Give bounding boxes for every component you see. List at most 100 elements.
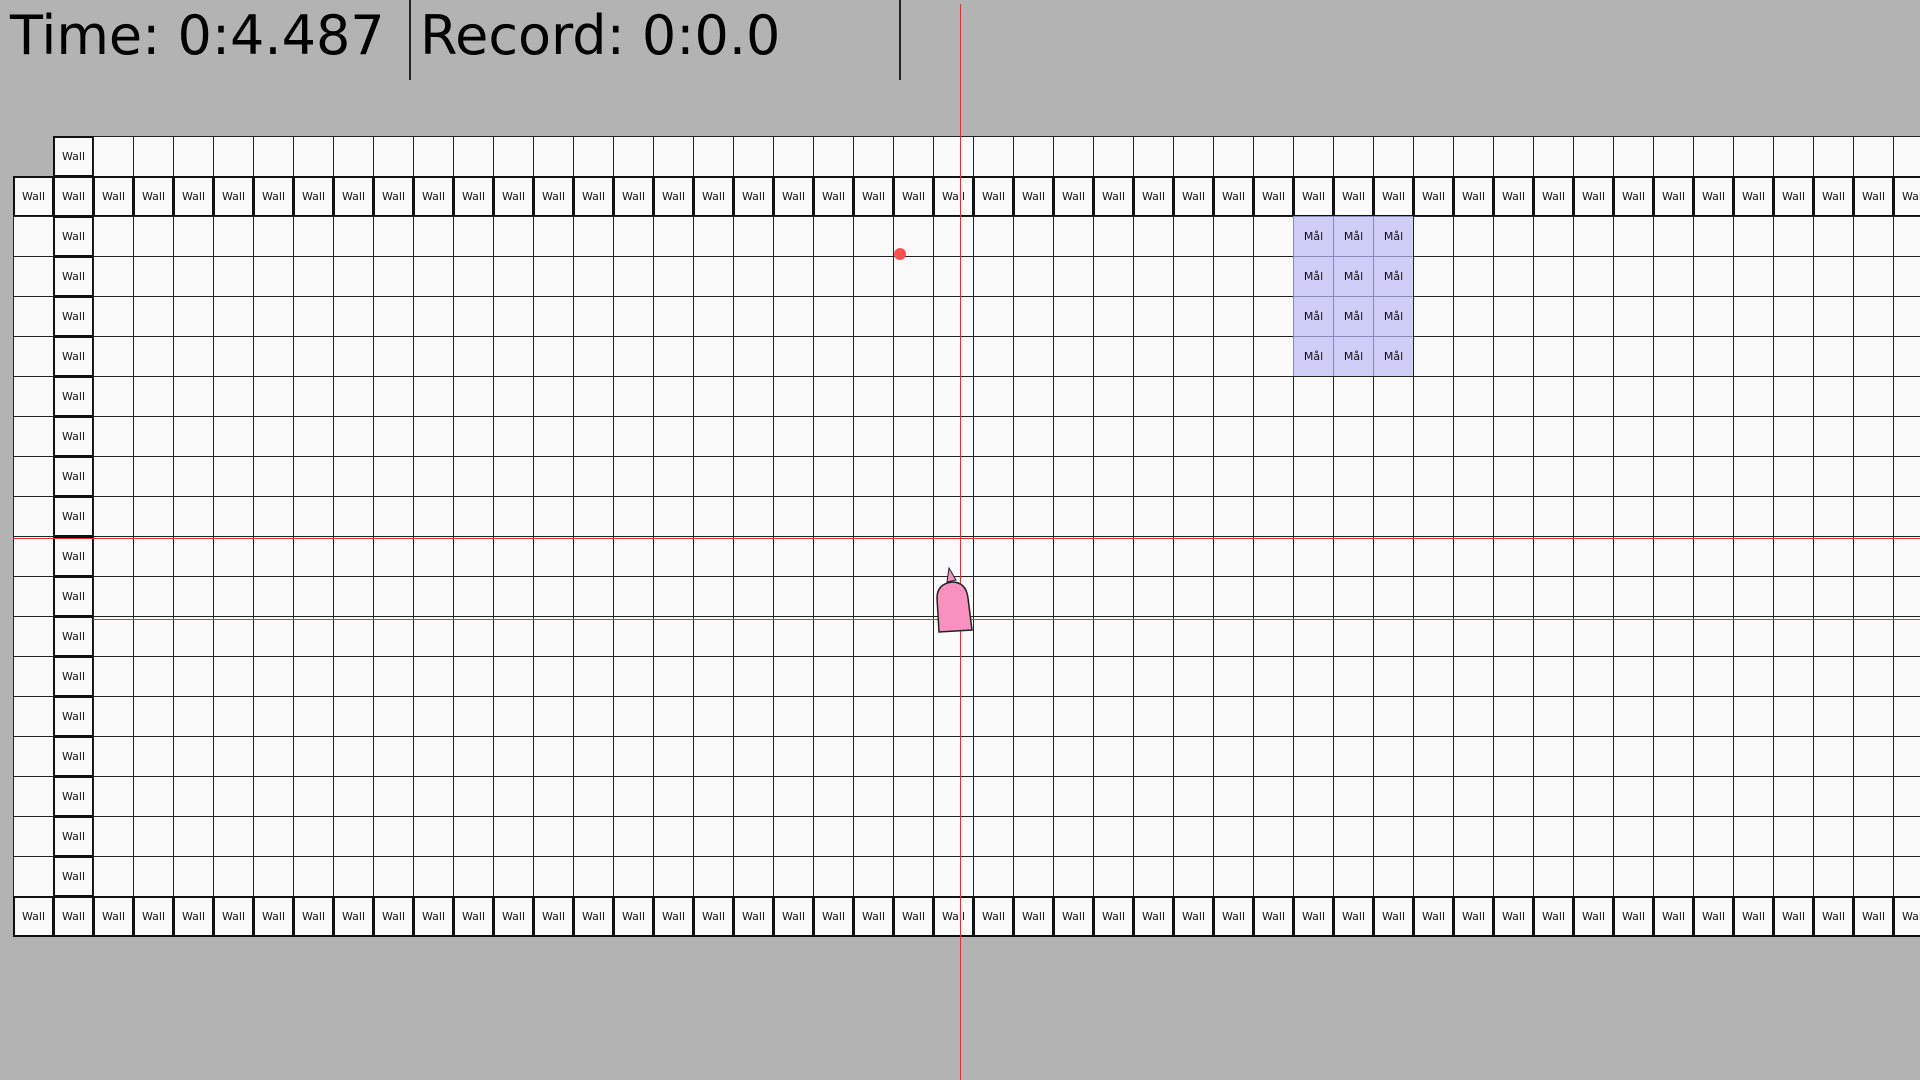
floor-cell [1133, 336, 1174, 377]
floor-cell [613, 336, 654, 377]
floor-cell [613, 296, 654, 337]
floor-cell [333, 136, 374, 177]
floor-cell [1013, 216, 1054, 257]
floor-cell [773, 336, 814, 377]
floor-cell [933, 416, 974, 457]
floor-cell [1053, 696, 1094, 737]
floor-cell [1293, 856, 1334, 897]
floor-cell [1333, 496, 1374, 537]
wall-cell: Wall [213, 176, 254, 217]
floor-cell [253, 776, 294, 817]
floor-cell [133, 816, 174, 857]
floor-cell [373, 496, 414, 537]
floor-cell [1533, 736, 1574, 777]
floor-cell [333, 536, 374, 577]
floor-cell [493, 696, 534, 737]
floor-cell [93, 576, 134, 617]
floor-cell [1533, 856, 1574, 897]
floor-cell [1493, 576, 1534, 617]
floor-cell [1053, 456, 1094, 497]
floor-cell [1413, 136, 1454, 177]
floor-cell [1053, 336, 1094, 377]
floor-cell [1173, 576, 1214, 617]
floor-cell [1573, 216, 1614, 257]
floor-cell [133, 296, 174, 337]
floor-cell [693, 816, 734, 857]
floor-cell [1333, 376, 1374, 417]
floor-cell [1253, 536, 1294, 577]
player-robot [936, 566, 973, 633]
wall-cell: Wall [13, 896, 54, 937]
floor-cell [653, 576, 694, 617]
floor-cell [1493, 216, 1534, 257]
floor-cell [1733, 536, 1774, 577]
floor-cell [1213, 136, 1254, 177]
floor-cell [93, 336, 134, 377]
floor-cell [1533, 696, 1574, 737]
floor-cell [1413, 456, 1454, 497]
floor-cell [813, 296, 854, 337]
floor-cell [1013, 576, 1054, 617]
floor-cell [853, 456, 894, 497]
floor-cell [1853, 256, 1894, 297]
floor-cell [1693, 136, 1734, 177]
wall-cell: Wall [53, 256, 94, 297]
floor-cell [853, 816, 894, 857]
floor-cell [1853, 216, 1894, 257]
floor-cell [333, 296, 374, 337]
wall-cell: Wall [53, 576, 94, 617]
floor-cell [1373, 776, 1414, 817]
crosshair-horizontal-line [13, 538, 1920, 539]
floor-cell [973, 496, 1014, 537]
floor-cell [1853, 416, 1894, 457]
floor-cell [1533, 336, 1574, 377]
floor-cell [213, 456, 254, 497]
floor-cell [173, 696, 214, 737]
floor-cell [133, 736, 174, 777]
floor-cell [1573, 656, 1614, 697]
wall-cell: Wall [173, 896, 214, 937]
floor-cell [1053, 496, 1094, 537]
floor-cell [293, 736, 334, 777]
floor-cell [173, 616, 214, 657]
floor-cell [613, 816, 654, 857]
floor-cell [1613, 776, 1654, 817]
floor-cell [1533, 296, 1574, 337]
floor-cell [1093, 256, 1134, 297]
floor-cell [413, 816, 454, 857]
floor-cell [413, 496, 454, 537]
floor-cell [413, 456, 454, 497]
floor-cell [1613, 576, 1654, 617]
floor-cell [453, 216, 494, 257]
floor-cell [1893, 736, 1920, 777]
floor-cell [813, 656, 854, 697]
floor-cell [293, 376, 334, 417]
floor-cell [293, 496, 334, 537]
floor-cell [853, 336, 894, 377]
floor-cell [1133, 776, 1174, 817]
floor-cell [1333, 136, 1374, 177]
floor-cell [333, 376, 374, 417]
floor-cell [893, 856, 934, 897]
floor-cell [693, 216, 734, 257]
floor-cell [293, 816, 334, 857]
floor-cell [933, 696, 974, 737]
floor-cell [1053, 856, 1094, 897]
floor-cell [1253, 576, 1294, 617]
floor-cell [333, 776, 374, 817]
floor-cell [573, 656, 614, 697]
floor-cell [253, 856, 294, 897]
floor-cell [413, 336, 454, 377]
floor-cell [1533, 456, 1574, 497]
floor-cell [1693, 856, 1734, 897]
floor-cell [1253, 616, 1294, 657]
floor-cell [1333, 856, 1374, 897]
floor-cell [533, 336, 574, 377]
floor-cell [213, 816, 254, 857]
floor-cell [573, 296, 614, 337]
floor-cell [1133, 656, 1174, 697]
floor-cell [1533, 376, 1574, 417]
floor-cell [1493, 376, 1534, 417]
floor-cell [373, 216, 414, 257]
floor-cell [1493, 616, 1534, 657]
